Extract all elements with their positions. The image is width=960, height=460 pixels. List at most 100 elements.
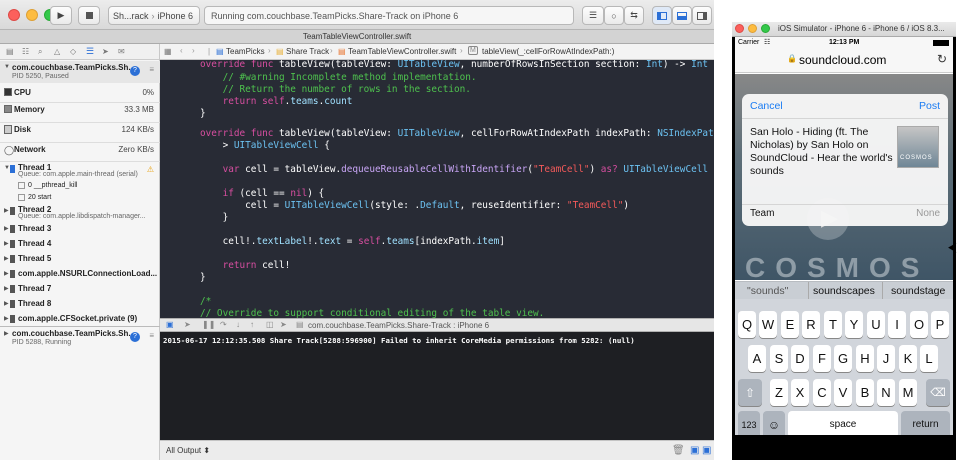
thread-row[interactable]: ▶ com.apple.CFSocket.private (9)	[0, 312, 160, 327]
key[interactable]: I	[888, 311, 906, 338]
options-icon[interactable]: ≡	[149, 65, 154, 74]
step-over-icon[interactable]: ↷	[220, 320, 227, 329]
test-icon[interactable]: ◇	[70, 47, 76, 56]
gauge-network[interactable]: ◯ Network Zero KB/s	[0, 142, 160, 162]
run-button[interactable]: ▶	[50, 6, 72, 25]
options-icon[interactable]: ≡	[149, 331, 154, 340]
key[interactable]: X	[791, 379, 809, 406]
step-in-icon[interactable]: ↓	[236, 320, 240, 329]
output-filter-select[interactable]: All Output ⬍	[166, 446, 210, 455]
key[interactable]: Z	[770, 379, 788, 406]
key[interactable]: T	[824, 311, 842, 338]
thread-row[interactable]: ▼ Thread 1 Queue: com.apple.main-thread …	[0, 162, 160, 180]
key[interactable]: H	[856, 345, 874, 372]
key[interactable]: J	[877, 345, 895, 372]
report-icon[interactable]: ✉	[118, 47, 125, 56]
cancel-button[interactable]: Cancel	[750, 100, 783, 112]
team-row-label[interactable]: Team	[750, 208, 774, 219]
delete-key[interactable]: ⌫	[926, 379, 950, 406]
process-row[interactable]: ▶ com.couchbase.TeamPicks.Sh... PID 5288…	[0, 327, 160, 349]
process-row[interactable]: ▼ com.couchbase.TeamPicks.Sh... PID 5250…	[0, 61, 160, 83]
thread-row[interactable]: ▶ Thread 4	[0, 237, 160, 252]
stop-button[interactable]	[78, 6, 100, 25]
key[interactable]: V	[834, 379, 852, 406]
suggestion-item[interactable]: soundscapes	[813, 285, 875, 297]
symbol-icon[interactable]: ☷	[22, 47, 29, 56]
breakpoints-icon[interactable]: ➤	[184, 320, 191, 329]
breadcrumb-project[interactable]: TeamPicks	[226, 47, 265, 56]
shift-key[interactable]: ⇧	[738, 379, 762, 406]
search-icon[interactable]: ⌕	[38, 47, 42, 57]
forward-icon[interactable]: ›	[192, 46, 195, 55]
suggestion-item[interactable]: soundstage	[891, 285, 945, 297]
share-text-field[interactable]: San Holo - Hiding (ft. The Nicholas) by …	[750, 126, 896, 178]
trash-icon[interactable]: 🗑	[672, 445, 685, 456]
return-key[interactable]: return	[901, 411, 950, 435]
breadcrumb-group[interactable]: Share Track	[286, 47, 329, 56]
toggle-utilities-button[interactable]	[692, 6, 712, 25]
key[interactable]: O	[910, 311, 928, 338]
emoji-key[interactable]: ☺	[763, 411, 785, 435]
toggle-debug-area-button[interactable]	[672, 6, 692, 25]
editor-tab[interactable]: TeamTableViewController.swift	[0, 30, 714, 44]
thread-row[interactable]: ▶ com.apple.NSURLConnectionLoad...	[0, 267, 160, 282]
thread-row[interactable]: ▶ Thread 2 Queue: com.apple.libdispatch-…	[0, 204, 160, 222]
console-view-icon[interactable]: ▣	[702, 445, 711, 456]
breadcrumb-file[interactable]: TeamTableViewController.swift	[348, 47, 456, 56]
thread-row[interactable]: ▶ Thread 7	[0, 282, 160, 297]
thread-row[interactable]: ▶ Thread 8	[0, 297, 160, 312]
source-editor[interactable]: override func tableView(tableView: UITab…	[160, 60, 714, 318]
minimize-window-button[interactable]	[26, 9, 38, 21]
key[interactable]: B	[856, 379, 874, 406]
key[interactable]: Y	[845, 311, 863, 338]
key[interactable]: S	[770, 345, 788, 372]
key[interactable]: A	[748, 345, 766, 372]
hide-debug-icon[interactable]: ▣	[166, 320, 174, 329]
gauge-memory[interactable]: Memory 33.3 MB	[0, 102, 160, 123]
back-icon[interactable]: ‹	[180, 46, 183, 55]
gauge-disk[interactable]: Disk 124 KB/s	[0, 122, 160, 143]
breadcrumb-method[interactable]: tableView(_:cellForRowAtIndexPath:)	[482, 47, 614, 56]
key[interactable]: P	[931, 311, 949, 338]
step-out-icon[interactable]: ↑	[250, 320, 254, 329]
pause-icon[interactable]: ❚❚	[202, 320, 215, 329]
toggle-navigator-button[interactable]	[652, 6, 672, 25]
suggestion-item[interactable]: "sounds"	[747, 285, 788, 297]
numbers-key[interactable]: 123	[738, 411, 760, 435]
debug-icon[interactable]: ☰	[86, 46, 94, 57]
key[interactable]: M	[899, 379, 917, 406]
key[interactable]: F	[813, 345, 831, 372]
variables-view-icon[interactable]: ▣	[690, 445, 699, 456]
warning-icon[interactable]: △	[54, 47, 60, 56]
standard-editor-button[interactable]: ☰	[582, 6, 604, 25]
key[interactable]: K	[899, 345, 917, 372]
safari-address-bar[interactable]: 🔒 soundcloud.com ↻	[735, 49, 953, 73]
location-icon[interactable]: ➤	[280, 320, 287, 329]
console-output[interactable]: 2015-06-17 12:12:35.508 Share Track[5288…	[160, 332, 714, 440]
folder-icon[interactable]: ▤	[6, 47, 14, 56]
breakpoint-icon[interactable]: ➤	[102, 47, 109, 56]
minimize-window-button[interactable]	[748, 24, 757, 33]
thread-row[interactable]: ▶ Thread 5	[0, 252, 160, 267]
thread-row[interactable]: ▶ Thread 3	[0, 222, 160, 237]
key[interactable]: Q	[738, 311, 756, 338]
gauge-cpu[interactable]: CPU 0%	[0, 85, 160, 103]
key[interactable]: W	[759, 311, 777, 338]
key[interactable]: G	[834, 345, 852, 372]
post-button[interactable]: Post	[919, 100, 940, 112]
view-hierarchy-icon[interactable]: ◫	[266, 320, 274, 329]
assistant-editor-button[interactable]: ○	[604, 6, 624, 25]
close-window-button[interactable]	[8, 9, 20, 21]
team-row-value[interactable]: None	[916, 208, 940, 219]
key[interactable]: D	[791, 345, 809, 372]
scheme-selector[interactable]: Sh...rack › iPhone 6	[108, 6, 200, 25]
reload-icon[interactable]: ↻	[937, 52, 947, 66]
key[interactable]: R	[802, 311, 820, 338]
zoom-window-button[interactable]	[761, 24, 770, 33]
key[interactable]: U	[867, 311, 885, 338]
key[interactable]: E	[781, 311, 799, 338]
key[interactable]: N	[877, 379, 895, 406]
related-items-icon[interactable]: ▦	[164, 47, 172, 56]
key[interactable]: L	[920, 345, 938, 372]
close-window-button[interactable]	[735, 24, 744, 33]
